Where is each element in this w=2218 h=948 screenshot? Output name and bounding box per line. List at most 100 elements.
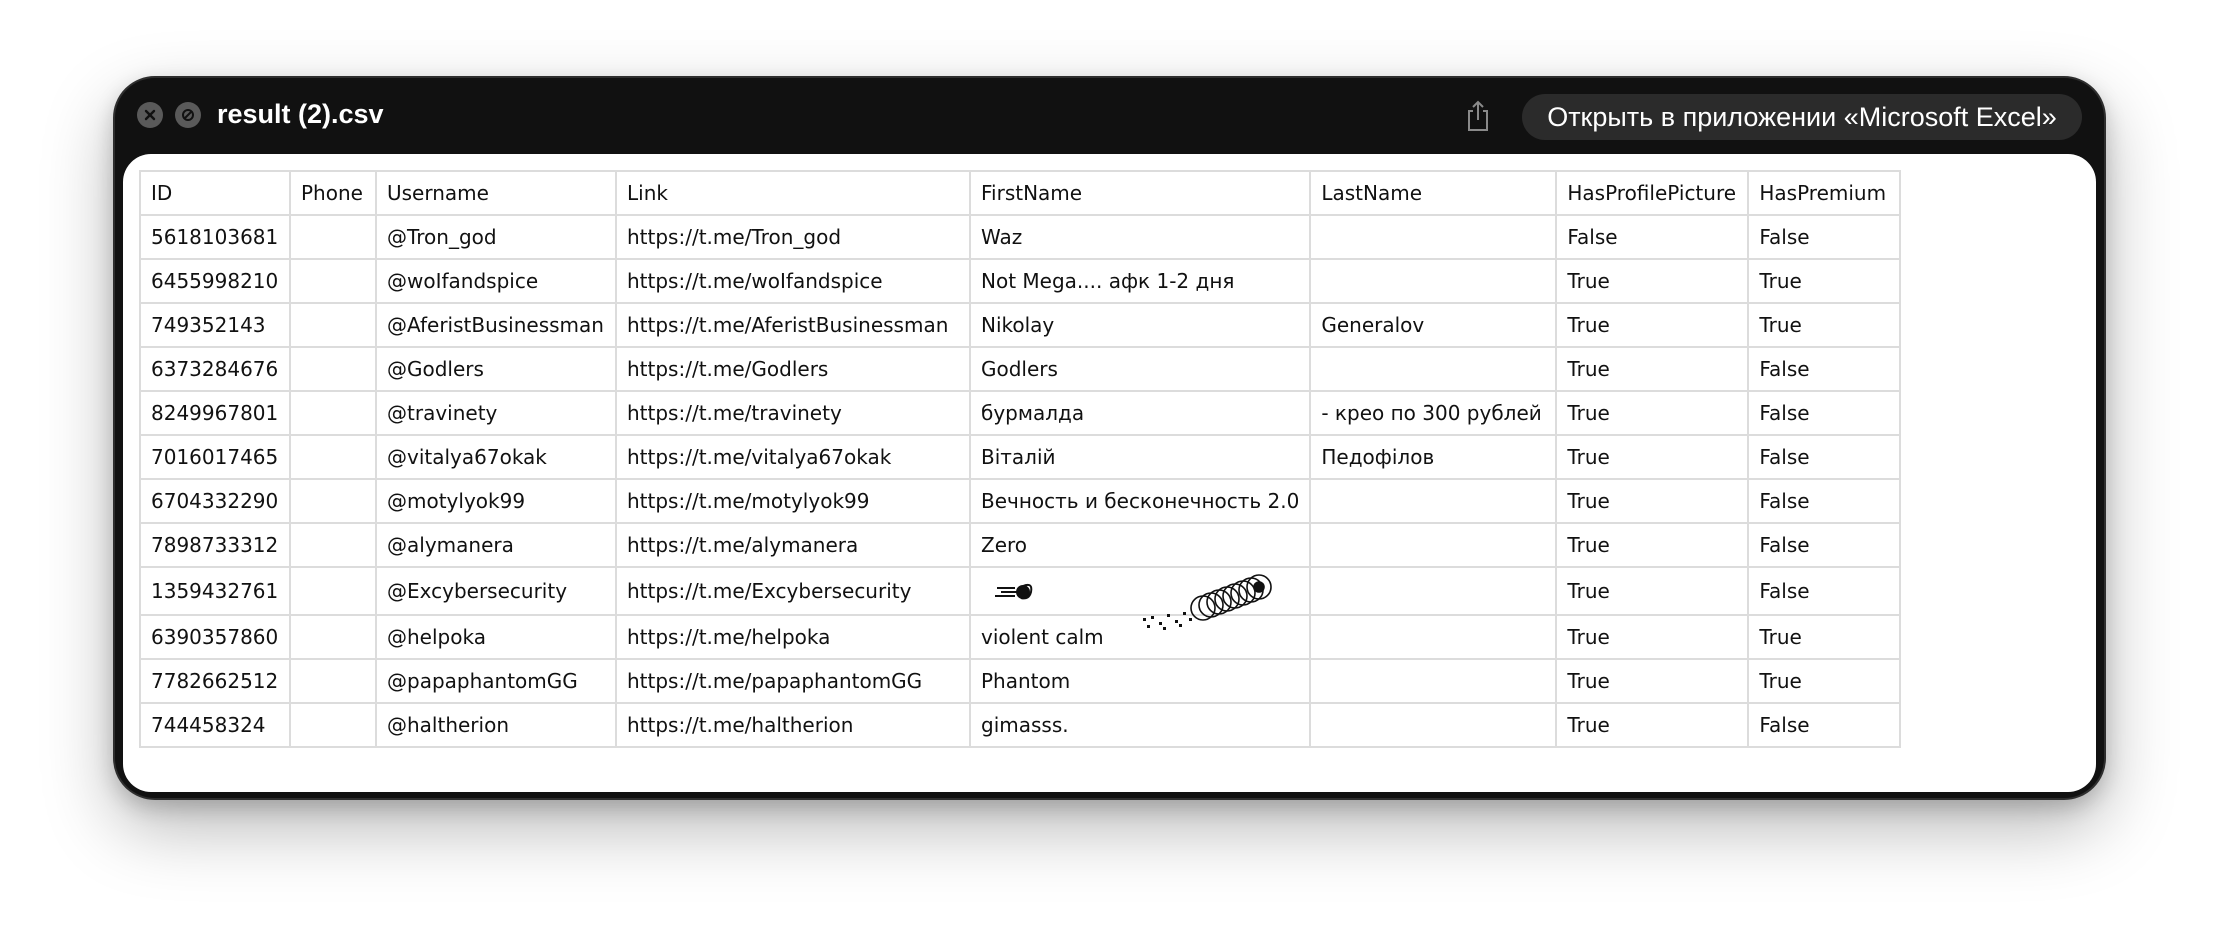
cell-link: https://t.me/haltherion (615, 702, 971, 748)
emoji-art-icon (995, 574, 1272, 630)
header-lastname: LastName (1309, 170, 1558, 216)
cell-username: @Godlers (375, 346, 617, 392)
cell-username: @vitalya67okak (375, 434, 617, 480)
table-row: 6704332290 @motylyok99 https://t.me/moty… (139, 478, 1902, 524)
cell-link: https://t.me/alymanera (615, 522, 971, 568)
cell-hasprofilepicture: True (1555, 522, 1750, 568)
cell-id: 7782662512 (139, 658, 291, 704)
cell-firstname: Nikolay (968, 302, 1312, 348)
cell-haspremium: True (1747, 302, 1902, 348)
share-button[interactable] (1460, 96, 1496, 136)
cell-id: 749352143 (139, 302, 291, 348)
header-row: ID Phone Username Link FirstName LastNam… (139, 170, 1902, 216)
cell-lastname (1309, 702, 1558, 748)
cell-haspremium: False (1747, 478, 1902, 524)
cell-username: @AferistBusinessman (375, 302, 617, 348)
cell-phone (289, 214, 377, 260)
csv-preview: ID Phone Username Link FirstName LastNam… (123, 154, 2096, 792)
header-phone: Phone (289, 170, 377, 216)
header-firstname: FirstName (968, 170, 1312, 216)
cell-link: https://t.me/travinety (615, 390, 971, 436)
table-row: 1359432761 @Excybersecurity https://t.me… (139, 566, 1902, 630)
header-haspremium: HasPremium (1747, 170, 1902, 216)
cell-id: 1359432761 (139, 566, 291, 616)
cell-firstname: Waz (968, 214, 1312, 260)
cell-link: https://t.me/Tron_god (615, 214, 971, 260)
quicklook-window: result (2).csv Открыть в приложении «Mic… (113, 76, 2106, 800)
open-in-excel-button[interactable]: Открыть в приложении «Microsoft Excel» (1522, 94, 2082, 140)
header-username: Username (375, 170, 617, 216)
cell-username: @alymanera (375, 522, 617, 568)
cell-username: @Tron_god (375, 214, 617, 260)
table-row: 8249967801 @travinety https://t.me/travi… (139, 390, 1902, 436)
header-id: ID (139, 170, 291, 216)
cell-hasprofilepicture: True (1555, 346, 1750, 392)
cell-id: 6704332290 (139, 478, 291, 524)
cell-hasprofilepicture: True (1555, 302, 1750, 348)
cell-hasprofilepicture: True (1555, 614, 1750, 660)
cell-firstname: Zero (968, 522, 1312, 568)
cell-username: @Excybersecurity (375, 566, 617, 616)
cell-firstname: Godlers (968, 346, 1312, 392)
hide-button[interactable] (175, 102, 201, 128)
close-button[interactable] (137, 102, 163, 128)
cell-haspremium: False (1747, 522, 1902, 568)
cell-hasprofilepicture: True (1555, 434, 1750, 480)
cell-id: 744458324 (139, 702, 291, 748)
cell-firstname: Not Mega.... афк 1-2 дня (968, 258, 1312, 304)
cell-phone (289, 478, 377, 524)
table-row: 7016017465 @vitalya67okak https://t.me/v… (139, 434, 1902, 480)
cell-link: https://t.me/AferistBusinessman (615, 302, 971, 348)
cell-firstname (968, 566, 1312, 630)
cell-hasprofilepicture: False (1555, 214, 1750, 260)
cell-username: @motylyok99 (375, 478, 617, 524)
cell-link: https://t.me/Excybersecurity (615, 566, 971, 616)
cell-lastname (1309, 478, 1558, 524)
cell-haspremium: False (1747, 214, 1902, 260)
cell-id: 8249967801 (139, 390, 291, 436)
cell-haspremium: True (1747, 258, 1902, 304)
cell-phone (289, 390, 377, 436)
table-row: 7782662512 @papaphantomGG https://t.me/p… (139, 658, 1902, 704)
cell-lastname (1309, 614, 1558, 660)
cell-hasprofilepicture: True (1555, 658, 1750, 704)
cell-username: @haltherion (375, 702, 617, 748)
cell-phone (289, 702, 377, 748)
cell-firstname: Phantom (968, 658, 1312, 704)
title-bar: result (2).csv Открыть в приложении «Mic… (115, 78, 2104, 154)
cell-haspremium: False (1747, 434, 1902, 480)
cell-lastname: Generalov (1309, 302, 1558, 348)
cell-haspremium: False (1747, 566, 1902, 616)
cell-id: 6390357860 (139, 614, 291, 660)
cell-lastname (1309, 258, 1558, 304)
cell-firstname: бурмалда (968, 390, 1312, 436)
cell-phone (289, 258, 377, 304)
cell-link: https://t.me/vitalya67okak (615, 434, 971, 480)
cell-haspremium: False (1747, 702, 1902, 748)
cell-phone (289, 566, 377, 616)
close-icon (144, 109, 156, 121)
cell-username: @travinety (375, 390, 617, 436)
cell-lastname (1309, 346, 1558, 392)
cell-hasprofilepicture: True (1555, 566, 1750, 616)
cell-lastname (1309, 522, 1558, 568)
cell-hasprofilepicture: True (1555, 258, 1750, 304)
cell-hasprofilepicture: True (1555, 390, 1750, 436)
cell-haspremium: False (1747, 390, 1902, 436)
share-icon (1468, 100, 1488, 131)
cell-haspremium: True (1747, 658, 1902, 704)
cell-phone (289, 614, 377, 660)
cell-phone (289, 302, 377, 348)
table-row: 7898733312 @alymanera https://t.me/alyma… (139, 522, 1902, 568)
table-row: 5618103681 @Tron_god https://t.me/Tron_g… (139, 214, 1902, 260)
cell-username: @papaphantomGG (375, 658, 617, 704)
header-hasprofilepicture: HasProfilePicture (1555, 170, 1750, 216)
cell-link: https://t.me/motylyok99 (615, 478, 971, 524)
cell-haspremium: False (1747, 346, 1902, 392)
cell-firstname: Вечность и бесконечность 2.0 (968, 478, 1312, 524)
cell-lastname (1309, 566, 1558, 616)
cell-firstname: gimasss. (968, 702, 1312, 748)
cell-username: @helpoka (375, 614, 617, 660)
cell-link: https://t.me/Godlers (615, 346, 971, 392)
table-row: 6373284676 @Godlers https://t.me/Godlers… (139, 346, 1902, 392)
